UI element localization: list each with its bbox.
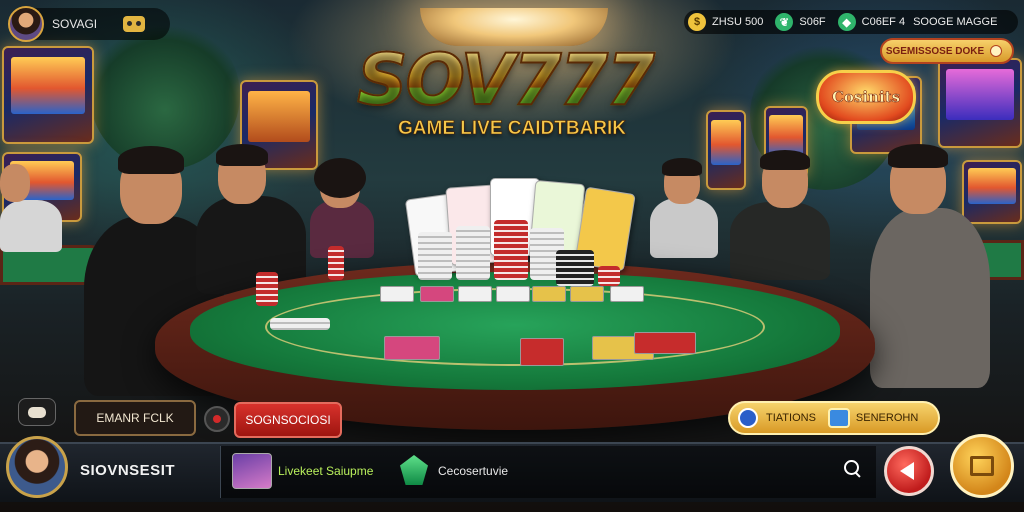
rewards-left-label: TIATIONS [766,412,816,424]
live-thumbnail[interactable] [232,453,272,489]
chip-stack [598,266,620,286]
chip-stack [456,226,490,280]
stat-value: SOOGE MAGGE [913,16,998,28]
promo-label: SGEMISSOSE DOKE [885,45,985,57]
dark-action-button[interactable]: EMANR FCLK [74,400,196,436]
gem-icon: ◆ [837,13,856,31]
back-button[interactable] [884,446,934,496]
playing-card [496,286,530,302]
player [304,158,394,258]
player [0,162,70,252]
promo-button[interactable]: SGEMISSOSE DOKE [880,38,1014,64]
game-subtitle: GAME LIVE CAIDTBARIK [398,118,627,140]
rewards-button[interactable]: TIATIONS SENEROHN [728,401,940,435]
stat-value: ZHSU 500 [712,16,764,28]
back-arrow-icon [900,462,914,480]
playing-card [532,286,566,302]
stat-leaf[interactable]: ❦ S06F [771,13,826,31]
user-avatar[interactable] [6,436,68,498]
currency-bar: $ ZHSU 500 ❦ S06F ◆ C06EF 4 SOOGE MAGGE [684,10,1018,34]
chip-stack [256,272,278,306]
red-action-button[interactable]: SOGNSOCIOSI [234,402,342,438]
rewards-right-label: SENEROHN [855,412,919,424]
secondary-item-label[interactable]: Cecosertuvie [438,464,508,478]
stat-extra[interactable]: SOOGE MAGGE [913,16,997,28]
playing-card [384,336,440,360]
playing-card [520,338,564,366]
player [706,150,836,280]
mask-icon[interactable] [123,16,146,32]
playing-card [634,332,696,354]
playing-card [380,286,414,302]
casino-badge-label: Cosinits [831,88,901,107]
chip-stack [418,232,452,280]
shop-icon [970,456,994,476]
stat-gems[interactable]: ◆ C06EF 4 [834,13,905,31]
player-name: SOVAGI [52,17,98,31]
slot-machine [938,58,1022,148]
user-name: SIOVNSESIT [80,462,176,479]
player-profile-pill[interactable]: SOVAGI [8,6,170,42]
globe-icon [738,408,758,428]
stat-value: C06EF 4 [861,16,906,28]
stat-coins[interactable]: $ ZHSU 500 [684,13,763,31]
chat-button[interactable] [18,398,56,426]
slot-machine [2,46,94,144]
playing-card [610,286,644,302]
chip-stack [270,318,330,330]
chip-stack [494,220,528,280]
stat-value: S06F [799,16,826,28]
casino-badge: Cosinits [816,70,916,124]
chip-stack [328,246,344,280]
game-logo: SOV777 [330,43,680,117]
avatar[interactable] [8,6,44,42]
leaf-icon: ❦ [775,13,794,31]
coin-icon: $ [688,13,706,31]
promo-dot-icon [990,45,1003,57]
search-icon[interactable] [844,460,862,478]
chip-stack [556,250,594,286]
live-item-label[interactable]: Livekeet Saiupme [278,464,373,478]
shop-button[interactable] [950,434,1014,498]
playing-card [570,286,604,302]
record-icon[interactable] [204,406,230,432]
treasure-icon [827,408,850,428]
playing-card [458,286,492,302]
playing-card [420,286,454,302]
